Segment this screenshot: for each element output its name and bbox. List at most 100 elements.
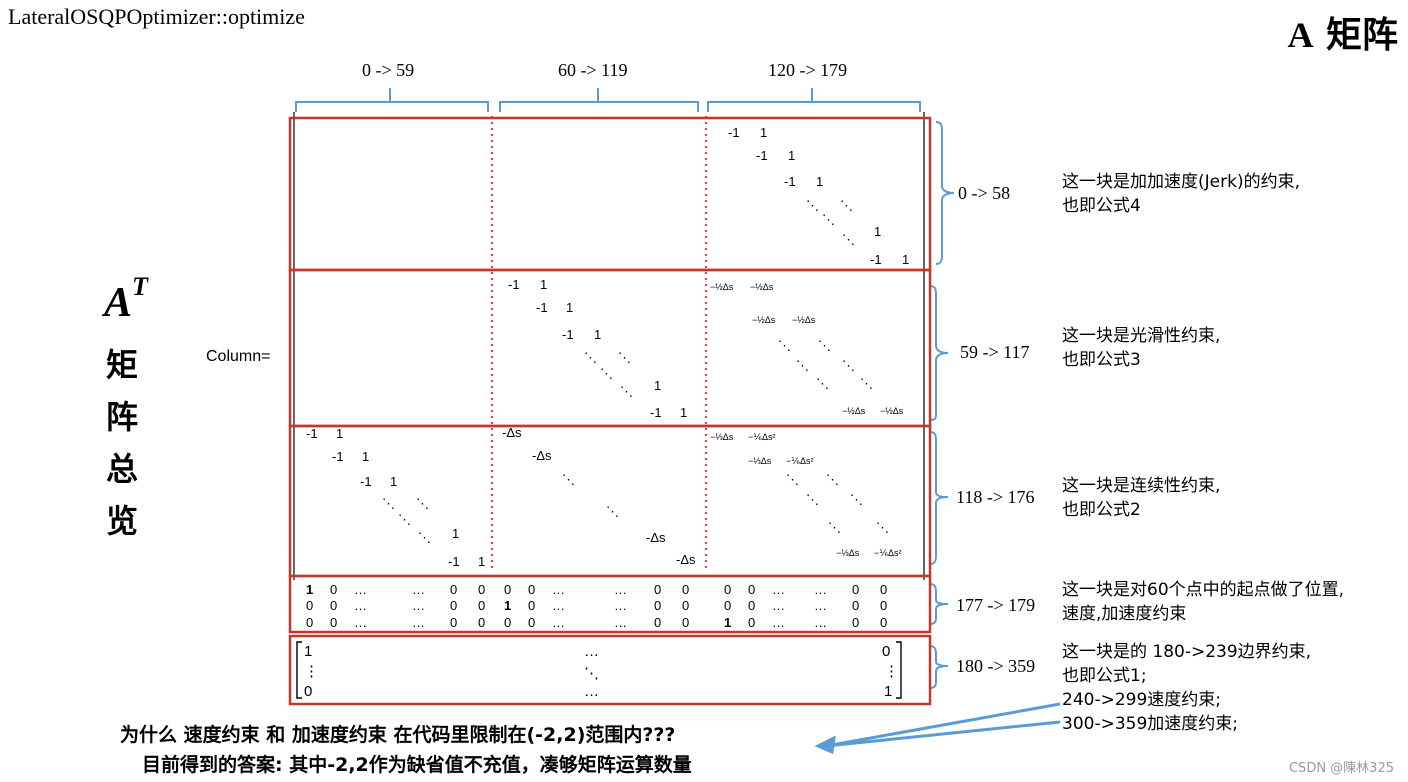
svg-text:−⅓Δs: −⅓Δs <box>710 432 734 442</box>
svg-text:1: 1 <box>594 327 601 342</box>
svg-text:…: … <box>354 598 367 613</box>
svg-text:-1: -1 <box>448 554 460 569</box>
svg-text:⋱: ⋱ <box>840 198 853 213</box>
block-smooth-ds: −½Δs −½Δs −½Δs −½Δs ⋱ ⋱ ⋱ ⋱ ⋱ ⋱ −½Δs −½Δs <box>710 282 904 416</box>
svg-text:0: 0 <box>852 615 859 630</box>
svg-text:⋱: ⋱ <box>600 366 613 381</box>
svg-text:…: … <box>354 615 367 630</box>
svg-text:-1: -1 <box>728 125 740 140</box>
svg-text:−½Δs: −½Δs <box>710 282 734 292</box>
svg-text:0: 0 <box>748 598 755 613</box>
svg-text:-1: -1 <box>536 300 548 315</box>
svg-text:0: 0 <box>504 615 511 630</box>
svg-text:⋱: ⋱ <box>816 376 829 391</box>
block-jerk-entries: -1 1 -1 1 -1 1 ⋱ ⋱ ⋱⋱ 1 -1 1 <box>728 125 909 267</box>
svg-text:0: 0 <box>880 598 887 613</box>
svg-text:1: 1 <box>724 615 731 630</box>
svg-text:…: … <box>552 598 565 613</box>
svg-text:⋱: ⋱ <box>850 492 863 507</box>
svg-text:0: 0 <box>304 683 312 700</box>
row-braces <box>929 121 955 689</box>
svg-text:0: 0 <box>478 598 485 613</box>
svg-text:−⅓Δs: −⅓Δs <box>836 548 860 558</box>
svg-text:…: … <box>354 582 367 597</box>
svg-text:…: … <box>552 582 565 597</box>
block-continuity-entries: -1 1 -1 1 -1 1 ⋱ ⋱ ⋱⋱ 1 -1 1 -Δs -Δs ⋱ ⋱ -Δs … <box>306 425 696 569</box>
svg-text:−½Δs: −½Δs <box>842 406 866 416</box>
svg-text:…: … <box>814 582 827 597</box>
block-boundary <box>288 634 932 706</box>
svg-text:0: 0 <box>528 615 535 630</box>
block-continuity-ds: −⅓Δs −⅙Δs² −⅓Δs −⅙Δs² ⋱ ⋱ ⋱ ⋱ ⋱ ⋱ −⅓Δs −⅙Δs² <box>710 432 902 558</box>
svg-text:1: 1 <box>760 125 767 140</box>
svg-text:⋱: ⋱ <box>842 232 855 247</box>
svg-text:-1: -1 <box>360 474 372 489</box>
svg-text:0: 0 <box>450 615 457 630</box>
svg-text:⋱: ⋱ <box>806 492 819 507</box>
svg-text:⋱: ⋱ <box>842 358 855 373</box>
desc-continuity: 这一块是连续性约束, 也即公式2 <box>1062 476 1221 520</box>
svg-text:-1: -1 <box>756 148 768 163</box>
svg-text:⋱: ⋱ <box>398 512 411 527</box>
svg-text:⋱: ⋱ <box>786 472 799 487</box>
svg-text:0: 0 <box>682 598 689 613</box>
svg-text:0: 0 <box>880 615 887 630</box>
svg-text:0: 0 <box>724 598 731 613</box>
arrow-head <box>814 735 836 755</box>
svg-text:0: 0 <box>882 643 890 660</box>
svg-text:1: 1 <box>452 526 459 541</box>
svg-text:1: 1 <box>390 474 397 489</box>
svg-text:0: 0 <box>330 615 337 630</box>
svg-text:⋮: ⋮ <box>304 663 319 680</box>
svg-text:1: 1 <box>362 449 369 464</box>
row-range-0: 0 -> 58 <box>958 183 1011 203</box>
svg-text:−⅙Δs²: −⅙Δs² <box>786 456 814 466</box>
svg-text:⋮: ⋮ <box>884 663 899 680</box>
answer-arrows <box>814 702 1061 755</box>
svg-text:1: 1 <box>478 554 485 569</box>
svg-text:⋱: ⋱ <box>618 350 631 365</box>
svg-text:0: 0 <box>654 598 661 613</box>
svg-text:-1: -1 <box>650 405 662 420</box>
svg-text:⋱: ⋱ <box>828 520 841 535</box>
svg-text:-1: -1 <box>332 449 344 464</box>
svg-text:0: 0 <box>306 615 313 630</box>
svg-text:…: … <box>412 615 425 630</box>
svg-text:⋱: ⋱ <box>826 472 839 487</box>
svg-text:…: … <box>772 582 785 597</box>
svg-text:⋱: ⋱ <box>562 472 575 487</box>
svg-text:…: … <box>614 582 627 597</box>
svg-text:⋱: ⋱ <box>822 212 835 227</box>
row-range-4: 180 -> 359 <box>956 656 1036 676</box>
svg-text:0: 0 <box>682 582 689 597</box>
svg-text:0: 0 <box>478 582 485 597</box>
svg-text:⋱: ⋱ <box>796 358 809 373</box>
svg-text:…: … <box>412 582 425 597</box>
col-braces <box>295 88 921 112</box>
svg-text:0: 0 <box>450 582 457 597</box>
svg-text:1: 1 <box>680 405 687 420</box>
svg-text:…: … <box>814 615 827 630</box>
svg-text:…: … <box>584 683 599 700</box>
svg-text:…: … <box>584 643 599 660</box>
desc-start-point: 这一块是对60个点中的起点做了位置, 速度,加速度约束 <box>1062 580 1345 624</box>
svg-text:0: 0 <box>880 582 887 597</box>
svg-text:0: 0 <box>748 582 755 597</box>
svg-text:0: 0 <box>330 598 337 613</box>
svg-text:1: 1 <box>540 277 547 292</box>
svg-text:0: 0 <box>478 615 485 630</box>
block-boundary-entries: 1 ⋮ 0 … ⋱ … 0 ⋮ 1 <box>296 641 902 700</box>
svg-text:−½Δs: −½Δs <box>750 282 774 292</box>
svg-text:−⅙Δs²: −⅙Δs² <box>748 432 776 442</box>
block-start-point <box>288 574 932 634</box>
svg-text:0: 0 <box>682 615 689 630</box>
svg-text:0: 0 <box>306 598 313 613</box>
row-range-2: 118 -> 176 <box>956 487 1035 507</box>
svg-text:…: … <box>814 598 827 613</box>
svg-text:…: … <box>614 615 627 630</box>
svg-text:1: 1 <box>788 148 795 163</box>
svg-text:0: 0 <box>528 582 535 597</box>
svg-text:0: 0 <box>450 598 457 613</box>
svg-text:−⅓Δs: −⅓Δs <box>748 456 772 466</box>
block-start-entries: 1 0…… 0 0 0 0…… 0 0 0 0…… 0 0 0 0…… 0 0 1 0…… 0 0 0 0…… 0… <box>306 582 887 630</box>
